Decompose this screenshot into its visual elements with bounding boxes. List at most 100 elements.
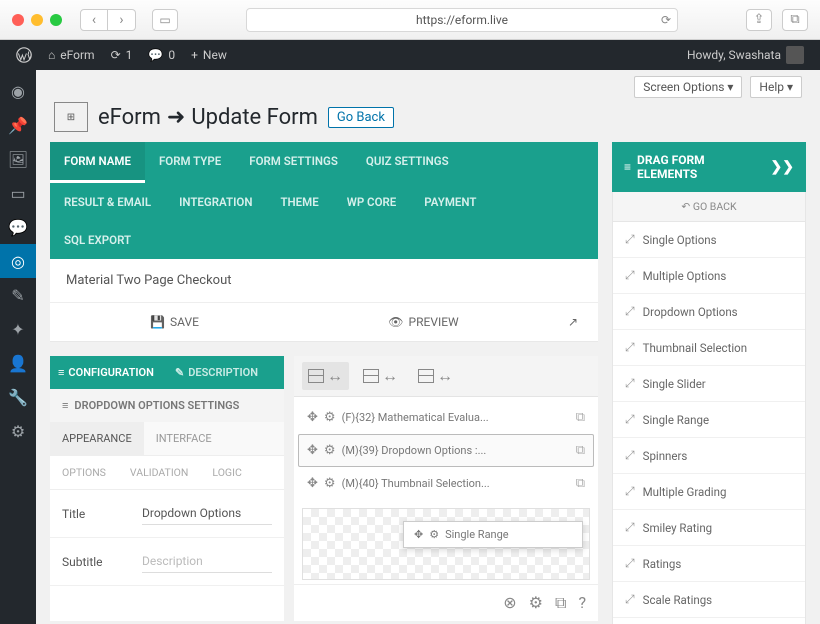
- palette-item-spinners[interactable]: ⤢Spinners: [613, 438, 805, 474]
- tab-wp-core[interactable]: WP CORE: [333, 183, 411, 221]
- subtab-options[interactable]: OPTIONS: [50, 456, 118, 489]
- avatar: [786, 46, 804, 64]
- expand-icon: ⤢: [625, 484, 635, 499]
- menu-dashboard[interactable]: ◉: [0, 74, 36, 108]
- palette-item-label: Dropdown Options: [643, 305, 738, 319]
- delete-icon[interactable]: ⊗: [503, 593, 516, 613]
- copy-icon[interactable]: ⧉: [576, 410, 585, 425]
- canvas-element[interactable]: ✥ ⚙ (M){40} Thumbnail Selection... ⧉: [298, 467, 594, 500]
- palette-item-label: Single Options: [643, 233, 717, 247]
- menu-appearance[interactable]: ✎: [0, 278, 36, 312]
- address-bar[interactable]: https://eform.live ⟳: [246, 8, 678, 32]
- comment-icon: 💬: [148, 48, 163, 62]
- comments-link[interactable]: 💬 0: [140, 40, 183, 70]
- palette-item-smiley-rating[interactable]: ⤢Smiley Rating: [613, 510, 805, 546]
- gear-icon[interactable]: ⚙: [529, 593, 543, 613]
- close-window-icon[interactable]: [12, 14, 24, 26]
- menu-posts[interactable]: 📌: [0, 108, 36, 142]
- new-content-link[interactable]: + New: [183, 40, 235, 70]
- copy-icon[interactable]: ⧉: [555, 593, 566, 613]
- expand-icon: ⤢: [625, 520, 635, 535]
- subtab-appearance[interactable]: APPEARANCE: [50, 422, 144, 455]
- help-icon[interactable]: ?: [578, 593, 586, 613]
- menu-comments[interactable]: 💬: [0, 210, 36, 244]
- tab-integration[interactable]: INTEGRATION: [165, 183, 266, 221]
- maximize-window-icon[interactable]: [50, 14, 62, 26]
- back-button[interactable]: ‹: [80, 9, 108, 31]
- palette-item-multiple-grading[interactable]: ⤢Multiple Grading: [613, 474, 805, 510]
- copy-icon[interactable]: ⧉: [576, 443, 585, 458]
- wp-logo-icon[interactable]: [8, 40, 40, 70]
- save-button[interactable]: 💾SAVE: [50, 303, 299, 341]
- resize-icon: ↔: [437, 366, 453, 386]
- palette-item-ratings[interactable]: ⤢Ratings: [613, 546, 805, 582]
- menu-plugins[interactable]: ✦: [0, 312, 36, 346]
- home-link[interactable]: ⌂ eForm: [40, 40, 103, 70]
- help-button[interactable]: Help ▾: [750, 76, 802, 98]
- go-back-button[interactable]: Go Back: [328, 107, 394, 128]
- subtab-logic[interactable]: LOGIC: [200, 456, 253, 489]
- layout-third[interactable]: ↔: [412, 362, 459, 390]
- palette-item-multiple-options[interactable]: ⤢Multiple Options: [613, 258, 805, 294]
- copy-icon[interactable]: ⧉: [576, 476, 585, 491]
- layout-full[interactable]: ↔: [302, 362, 349, 390]
- palette-item-single-options[interactable]: ⤢Single Options: [613, 222, 805, 258]
- updates-link[interactable]: ⟳ 1: [103, 40, 141, 70]
- tab-quiz-settings[interactable]: QUIZ SETTINGS: [352, 142, 463, 183]
- dragging-element[interactable]: ✥ ⚙ Single Range: [403, 521, 583, 548]
- menu-media[interactable]: 🖼: [0, 142, 36, 176]
- palette-item-scale-ratings[interactable]: ⤢Scale Ratings: [613, 582, 805, 618]
- form-name-input[interactable]: [50, 259, 598, 303]
- user-menu[interactable]: Howdy, Swashata: [679, 40, 812, 70]
- tab-sql-export[interactable]: SQL EXPORT: [50, 221, 145, 259]
- menu-users[interactable]: 👤: [0, 346, 36, 380]
- canvas-element[interactable]: ✥ ⚙ (F){32} Mathematical Evalua... ⧉: [298, 401, 594, 434]
- plus-icon: +: [191, 48, 198, 62]
- tab-payment[interactable]: PAYMENT: [410, 183, 490, 221]
- palette-item-dropdown-options[interactable]: ⤢Dropdown Options: [613, 294, 805, 330]
- tab-form-type[interactable]: FORM TYPE: [145, 142, 235, 183]
- title-input[interactable]: [142, 502, 272, 525]
- subtab-validation[interactable]: VALIDATION: [118, 456, 200, 489]
- canvas-element[interactable]: ✥ ⚙ (M){39} Dropdown Options :... ⧉: [298, 434, 594, 467]
- palette-item-single-range[interactable]: ⤢Single Range: [613, 402, 805, 438]
- howdy-text: Howdy, Swashata: [687, 48, 781, 62]
- sidebar-toggle-button[interactable]: ▭: [152, 9, 178, 31]
- tab-theme[interactable]: THEME: [266, 183, 332, 221]
- expand-icon: ⤢: [625, 448, 635, 463]
- collapse-icon[interactable]: ❯❯: [771, 159, 794, 175]
- palette-item-matrix-question[interactable]: ⤢Matrix Question: [613, 618, 805, 624]
- drop-zone[interactable]: ✥ ⚙ Single Range: [302, 508, 590, 580]
- tab-form-name[interactable]: FORM NAME: [50, 142, 145, 183]
- page-subtitle: Update Form: [191, 105, 318, 130]
- resize-icon: ↔: [327, 366, 343, 386]
- element-label: (M){40} Thumbnail Selection...: [342, 477, 570, 490]
- tab-configuration[interactable]: ≡CONFIGURATION: [50, 356, 167, 389]
- screen-options-button[interactable]: Screen Options ▾: [634, 76, 742, 98]
- palette-go-back[interactable]: ↶ GO BACK: [612, 192, 806, 222]
- layout-half[interactable]: ↔: [357, 362, 404, 390]
- forward-button[interactable]: ›: [108, 9, 136, 31]
- menu-pages[interactable]: ▭: [0, 176, 36, 210]
- tab-description[interactable]: ✎DESCRIPTION: [167, 356, 284, 389]
- subtab-interface[interactable]: INTERFACE: [144, 422, 224, 455]
- menu-tools[interactable]: 🔧: [0, 380, 36, 414]
- subtitle-input[interactable]: [142, 550, 272, 573]
- share-button[interactable]: ⇪: [746, 9, 772, 31]
- reload-icon[interactable]: ⟳: [661, 13, 671, 27]
- minimize-window-icon[interactable]: [31, 14, 43, 26]
- tabs-button[interactable]: ⧉: [782, 9, 808, 31]
- external-link-button[interactable]: ↗: [548, 303, 598, 341]
- preview-button[interactable]: 👁PREVIEW: [299, 303, 548, 341]
- palette-item-label: Multiple Options: [643, 269, 727, 283]
- go-back-label: GO BACK: [693, 200, 737, 213]
- menu-eform[interactable]: ◎: [0, 244, 36, 278]
- palette-item-thumbnail-selection[interactable]: ⤢Thumbnail Selection: [613, 330, 805, 366]
- palette-item-single-slider[interactable]: ⤢Single Slider: [613, 366, 805, 402]
- arrow-icon: ➜: [167, 105, 185, 130]
- subtitle-label: Subtitle: [62, 555, 142, 569]
- drag-icon: ≡: [624, 160, 631, 174]
- tab-form-settings[interactable]: FORM SETTINGS: [235, 142, 352, 183]
- tab-result-email[interactable]: RESULT & EMAIL: [50, 183, 165, 221]
- menu-settings[interactable]: ⚙: [0, 414, 36, 448]
